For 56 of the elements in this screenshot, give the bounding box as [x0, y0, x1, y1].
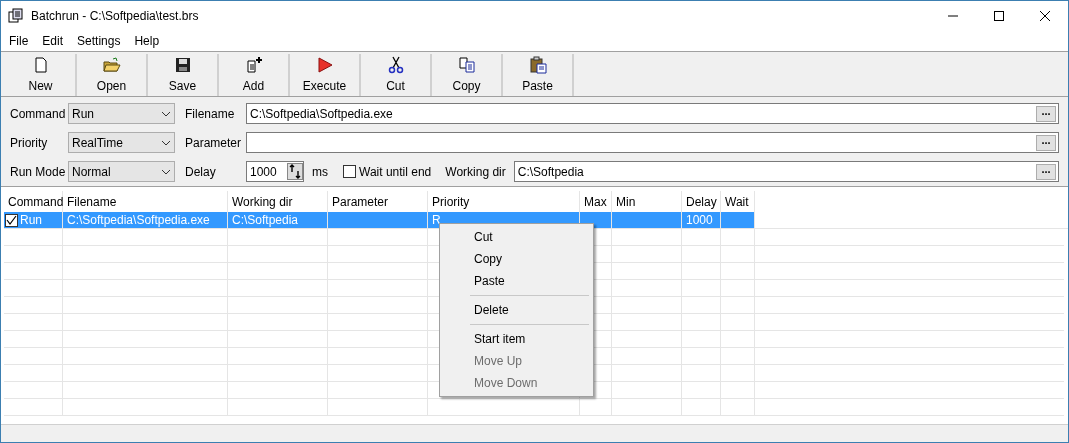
table-cell: C:\Softpedia\Softpedia.exe — [63, 212, 228, 228]
menu-item[interactable]: File — [2, 31, 36, 50]
copy-icon — [457, 55, 476, 74]
toolbar-button[interactable]: Save — [148, 54, 219, 96]
table-cell: Run — [4, 212, 63, 228]
toolbar-button[interactable]: Execute — [290, 54, 361, 96]
clipboard-icon — [528, 55, 547, 74]
close-icon — [1040, 10, 1050, 21]
field-label: Filename — [185, 105, 236, 123]
dropdown[interactable]: Normal — [68, 161, 175, 182]
table-cell: 1000 — [682, 212, 721, 228]
dropdown[interactable]: Run — [68, 103, 175, 124]
text-field[interactable]: ... — [246, 132, 1059, 153]
unit-label: ms — [312, 163, 328, 181]
folder-icon — [102, 55, 121, 74]
browse-button[interactable]: ... — [1036, 134, 1056, 151]
checkbox[interactable] — [343, 165, 356, 178]
document-plus-icon — [244, 55, 263, 74]
spin-field[interactable]: 1000 — [246, 161, 304, 182]
browse-button[interactable]: ... — [1036, 163, 1056, 180]
chevron-down-icon — [161, 110, 171, 117]
maximize-icon — [994, 10, 1004, 21]
toolbar-button[interactable]: Add — [219, 54, 290, 96]
context-menu-item[interactable]: Paste — [442, 270, 591, 292]
table-cell: C:\Softpedia — [228, 212, 328, 228]
checkbox-label: Wait until end — [359, 163, 432, 181]
field-label: Delay — [185, 163, 217, 181]
menu-item[interactable]: Edit — [35, 31, 71, 50]
toolbar-button[interactable]: Open — [77, 54, 148, 96]
text-field[interactable]: C:\Softpedia ... — [513, 161, 1059, 182]
play-icon — [315, 55, 334, 74]
field-label: Priority — [10, 134, 49, 152]
toolbar-button[interactable]: New — [6, 54, 77, 96]
field-label: Run Mode — [10, 163, 66, 181]
context-menu-item[interactable]: Delete — [442, 299, 591, 321]
field-label: Parameter — [185, 134, 243, 152]
dropdown[interactable]: RealTime — [68, 132, 175, 153]
row-checkbox[interactable] — [5, 213, 18, 227]
browse-button[interactable]: ... — [1036, 105, 1056, 122]
toolbar-button[interactable]: Cut — [361, 54, 432, 96]
context-menu-item[interactable]: Start item — [442, 328, 591, 350]
app-icon — [8, 7, 24, 24]
scissors-icon — [386, 55, 405, 74]
chevron-down-icon — [161, 168, 171, 175]
toolbar-button[interactable]: Paste — [503, 54, 574, 96]
menu-item[interactable]: Settings — [70, 31, 128, 50]
field-label: Command — [10, 105, 66, 123]
context-menu-item[interactable]: Cut — [442, 226, 591, 248]
chevron-down-icon — [161, 139, 171, 146]
context-menu-item[interactable]: Copy — [442, 248, 591, 270]
text-field[interactable]: C:\Softpedia\Softpedia.exe ... — [246, 103, 1059, 124]
toolbar-button[interactable]: Copy — [432, 54, 503, 96]
window-title: Batchrun - C:\Softpedia\test.brs — [31, 7, 199, 25]
menu-item[interactable]: Help — [127, 31, 167, 50]
spin-arrows-icon — [287, 163, 303, 180]
field-label: Working dir — [445, 163, 506, 181]
